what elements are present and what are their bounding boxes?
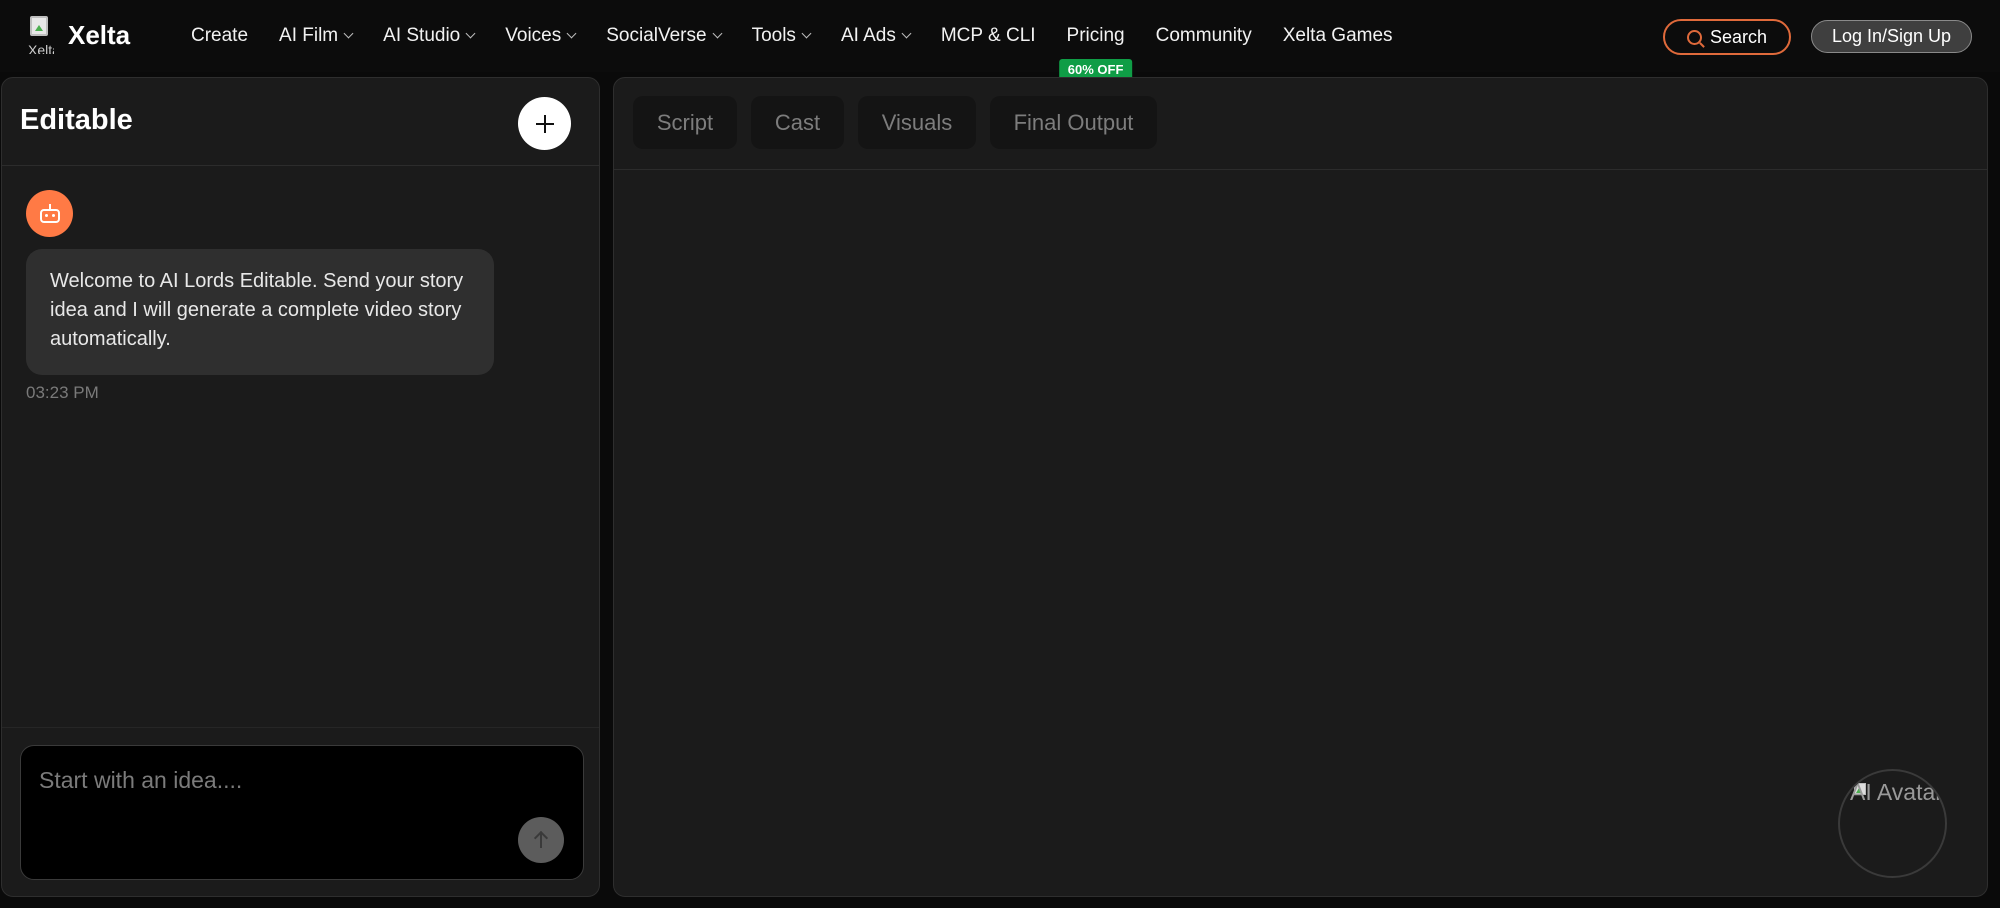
nav-item-tools[interactable]: Tools: [751, 25, 812, 47]
ai-avatar-button[interactable]: AI Avatar: [1838, 769, 1947, 878]
search-icon: [1686, 29, 1702, 45]
nav-item-create[interactable]: Create: [191, 25, 248, 47]
plus-icon: [535, 114, 554, 133]
idea-input-box: [20, 745, 584, 880]
search-button[interactable]: Search: [1663, 19, 1791, 55]
bot-message-bubble: Welcome to AI Lords Editable. Send your …: [26, 249, 494, 375]
brand[interactable]: Xelta Xelta: [28, 16, 130, 54]
nav-label: Voices: [505, 25, 562, 46]
nav-label: AI Film: [279, 25, 339, 46]
chevron-down-icon: [343, 28, 354, 39]
ai-avatar-alt: AI Avatar: [1850, 779, 1943, 805]
brand-logo: Xelta: [28, 16, 54, 54]
send-button[interactable]: [518, 817, 564, 863]
nav-item-ai-ads[interactable]: AI Ads: [840, 25, 912, 47]
chat-composer: [2, 727, 599, 896]
brand-logo-alt: Xelta: [28, 42, 54, 54]
nav-label: Community: [1155, 25, 1252, 46]
main-menu: Create AI Film AI Studio Voices SocialVe…: [191, 0, 1424, 80]
arrow-up-icon: [534, 832, 548, 848]
nav-item-ai-film[interactable]: AI Film: [279, 25, 354, 47]
chat-title: Editable: [20, 104, 133, 136]
brand-name[interactable]: Xelta: [68, 20, 130, 51]
nav-label: SocialVerse: [606, 25, 707, 46]
search-label: Search: [1709, 26, 1768, 47]
nav-label: Create: [191, 25, 249, 46]
chevron-down-icon: [801, 28, 812, 39]
nav-item-voices[interactable]: Voices: [505, 25, 577, 47]
chevron-down-icon: [465, 28, 476, 39]
login-signup-button[interactable]: Log In/Sign Up: [1811, 20, 1972, 53]
broken-image-icon: [30, 16, 48, 36]
idea-input[interactable]: [39, 760, 559, 800]
nav-label: Tools: [751, 25, 796, 46]
top-navigation: Xelta Xelta Create AI Film AI Studio Voi…: [0, 0, 2000, 80]
nav-label: AI Studio: [383, 25, 461, 46]
nav-item-socialverse[interactable]: SocialVerse: [606, 25, 723, 47]
nav-item-mcp-cli[interactable]: MCP & CLI: [941, 25, 1036, 47]
tab-script[interactable]: Script: [633, 96, 737, 149]
chat-header: Editable: [2, 78, 599, 166]
bot-icon: [39, 203, 60, 223]
workspace-panel: Script Cast Visuals Final Output AI Avat…: [613, 77, 1988, 897]
tab-visuals[interactable]: Visuals: [858, 96, 976, 149]
nav-item-xelta-games[interactable]: Xelta Games: [1283, 25, 1393, 47]
nav-label: Xelta Games: [1282, 25, 1393, 46]
nav-label: MCP & CLI: [940, 25, 1036, 46]
chat-panel: Editable Welcome to AI Lords Editable. S…: [1, 77, 600, 897]
chevron-down-icon: [712, 28, 723, 39]
workspace-tabs: Script Cast Visuals Final Output: [614, 78, 1987, 170]
tab-cast[interactable]: Cast: [751, 96, 844, 149]
chevron-down-icon: [901, 28, 912, 39]
bot-avatar: [26, 190, 73, 237]
message-timestamp: 03:23 PM: [26, 383, 99, 402]
nav-item-ai-studio[interactable]: AI Studio: [383, 25, 476, 47]
nav-item-pricing[interactable]: Pricing 60% OFF: [1058, 25, 1133, 80]
nav-label: AI Ads: [840, 25, 896, 46]
chevron-down-icon: [566, 28, 577, 39]
nav-item-community[interactable]: Community: [1156, 25, 1252, 47]
tab-final-output[interactable]: Final Output: [990, 96, 1157, 149]
new-chat-button[interactable]: [518, 97, 571, 150]
nav-label: Pricing: [1066, 25, 1125, 46]
